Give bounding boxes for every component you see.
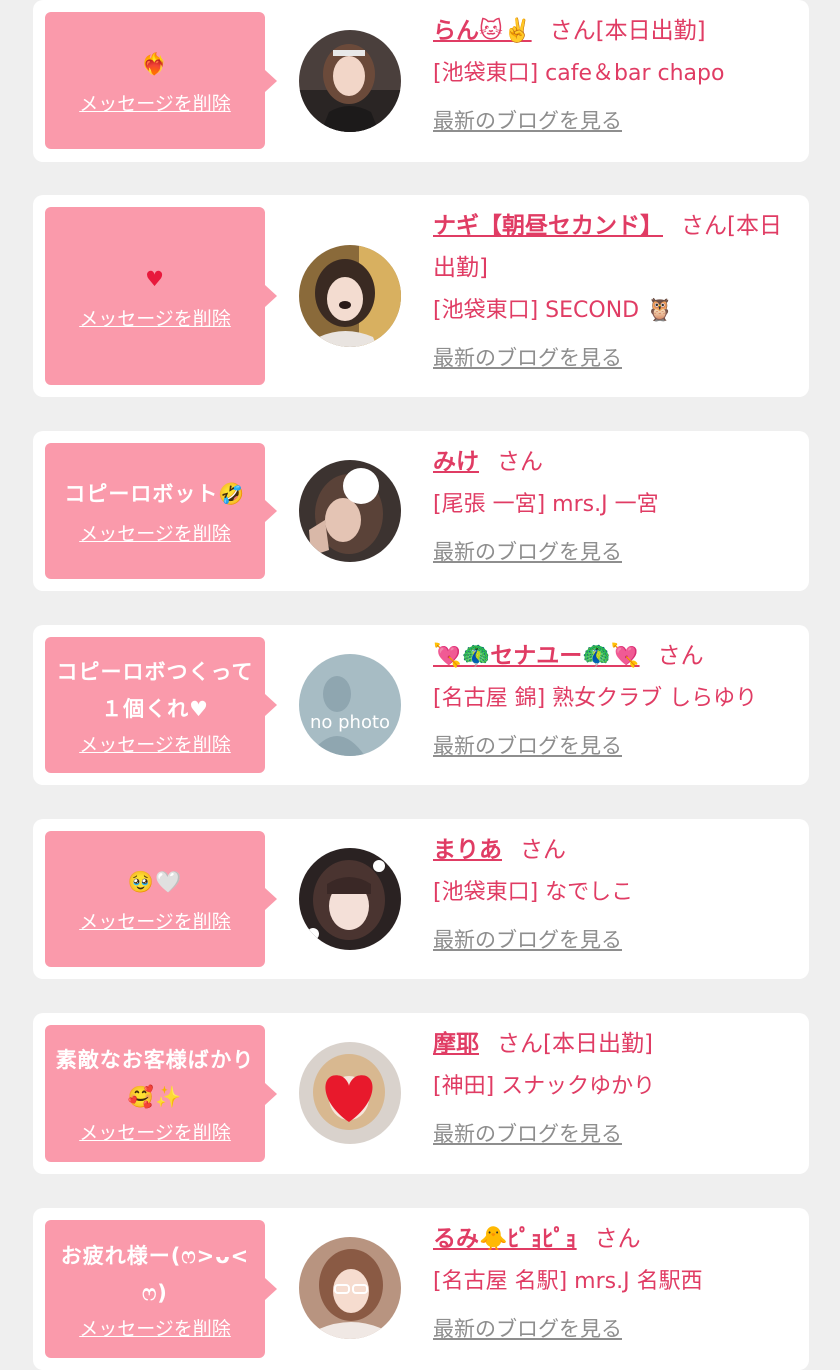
sender-info: るみ🐥ﾋﾟｮﾋﾟｮ さん [名古屋 名駅] mrs.J 名駅西 最新のブログを見る: [433, 1218, 795, 1344]
shop-label: [尾張 一宮] mrs.J 一宮: [433, 492, 659, 517]
message-text: お疲れ様ー(ෆ>ᴗ<ෆ): [60, 1243, 250, 1305]
honorific: さん[本日出勤]: [549, 18, 706, 44]
shop-label: [名古屋 錦] 熟女クラブ しらゆり: [433, 686, 758, 711]
profile-photo-icon: [299, 245, 401, 347]
sender-info: みけ さん [尾張 一宮] mrs.J 一宮 最新のブログを見る: [433, 441, 795, 567]
latest-blog-link[interactable]: 最新のブログを見る: [433, 731, 622, 761]
latest-blog-link[interactable]: 最新のブログを見る: [433, 343, 622, 373]
delete-message-link[interactable]: メッセージを削除: [79, 304, 231, 331]
sender-name-link[interactable]: るみ🐥ﾋﾟｮﾋﾟｮ: [433, 1226, 577, 1252]
honorific: さん: [520, 837, 566, 863]
delete-message-link[interactable]: メッセージを削除: [79, 907, 231, 934]
delete-message-link[interactable]: メッセージを削除: [79, 1314, 231, 1341]
message-card: ❤️‍🔥 メッセージを削除 らん🐱✌️ さん[本日出勤] [池袋東口] cafe＆…: [33, 0, 809, 162]
message-bubble: 素敵なお客様ばかり🥰✨ メッセージを削除: [45, 1025, 277, 1162]
sender-name-link[interactable]: 💘🦚セナユー🦚💘: [433, 643, 640, 669]
message-card: コピーロボつくって１個くれ♥ メッセージを削除 no photo 💘🦚セナユー🦚…: [33, 625, 809, 785]
delete-message-link[interactable]: メッセージを削除: [79, 89, 231, 116]
honorific: さん: [657, 643, 704, 669]
message-text: ♥: [145, 267, 165, 291]
shop-label: [池袋東口] なでしこ: [433, 880, 634, 905]
delete-message-link[interactable]: メッセージを削除: [79, 519, 231, 546]
avatar[interactable]: [299, 1237, 401, 1339]
sender-name-link[interactable]: まりあ: [433, 837, 502, 863]
shop-label: [池袋東口] SECOND 🦉: [433, 298, 674, 323]
shop-label: [神田] スナックゆかり: [433, 1074, 656, 1099]
no-photo-label: no photo: [310, 712, 390, 733]
honorific: さん: [594, 1226, 641, 1252]
avatar[interactable]: [299, 1042, 401, 1144]
latest-blog-link[interactable]: 最新のブログを見る: [433, 537, 622, 567]
profile-photo-icon: [299, 30, 401, 132]
avatar[interactable]: no photo: [299, 654, 401, 756]
message-bubble: コピーロボット🤣 メッセージを削除: [45, 443, 277, 579]
shop-label: [池袋東口] cafe＆bar chapo: [433, 61, 725, 86]
message-text: コピーロボつくって１個くれ♥: [56, 659, 254, 721]
sender-info: ナギ【朝昼セカンド】 さん[本日出勤] [池袋東口] SECOND 🦉 最新のブロ…: [433, 205, 795, 373]
sender-name-link[interactable]: ナギ【朝昼セカンド】: [433, 213, 663, 239]
sender-name-line: 💘🦚セナユー🦚💘 さん: [433, 635, 795, 677]
no-photo-icon: no photo: [299, 654, 401, 756]
avatar[interactable]: [299, 848, 401, 950]
message-card: お疲れ様ー(ෆ>ᴗ<ෆ) メッセージを削除 るみ🐥ﾋﾟｮﾋﾟｮ さん [名古屋 名…: [33, 1208, 809, 1370]
delete-message-link[interactable]: メッセージを削除: [79, 1118, 231, 1145]
message-card: ♥ メッセージを削除 ナギ【朝昼セカンド】 さん[本日出勤] [池袋東口] SEC…: [33, 195, 809, 397]
message-bubble: ❤️‍🔥 メッセージを削除: [45, 12, 277, 149]
message-list: ❤️‍🔥 メッセージを削除 らん🐱✌️ さん[本日出勤] [池袋東口] cafe＆…: [0, 0, 840, 1370]
profile-photo-icon: [299, 460, 401, 562]
sender-info: らん🐱✌️ さん[本日出勤] [池袋東口] cafe＆bar chapo 最新のブ…: [433, 10, 795, 136]
message-text: ❤️‍🔥: [141, 51, 169, 76]
profile-photo-icon: [299, 848, 401, 950]
message-bubble: ♥ メッセージを削除: [45, 207, 277, 385]
latest-blog-link[interactable]: 最新のブログを見る: [433, 1314, 622, 1344]
message-bubble: 🥹🤍 メッセージを削除: [45, 831, 277, 967]
message-bubble: コピーロボつくって１個くれ♥ メッセージを削除: [45, 637, 277, 773]
message-text: 素敵なお客様ばかり🥰✨: [55, 1048, 255, 1109]
delete-message-link[interactable]: メッセージを削除: [79, 730, 231, 757]
message-card: 🥹🤍 メッセージを削除 まりあ さん [池袋東口] なでしこ 最新のブログを見る: [33, 819, 809, 979]
message-text: 🥹🤍: [127, 870, 183, 894]
sender-info: 摩耶 さん[本日出勤] [神田] スナックゆかり 最新のブログを見る: [433, 1023, 795, 1149]
profile-photo-icon: [299, 1042, 401, 1144]
avatar[interactable]: [299, 30, 401, 132]
sender-name-line: るみ🐥ﾋﾟｮﾋﾟｮ さん: [433, 1218, 795, 1260]
sender-info: 💘🦚セナユー🦚💘 さん [名古屋 錦] 熟女クラブ しらゆり 最新のブログを見る: [433, 635, 795, 761]
sender-name-line: まりあ さん: [433, 829, 795, 871]
sender-info: まりあ さん [池袋東口] なでしこ 最新のブログを見る: [433, 829, 795, 955]
sender-name-line: 摩耶 さん[本日出勤]: [433, 1023, 795, 1065]
avatar[interactable]: [299, 460, 401, 562]
honorific: さん[本日出勤]: [497, 1031, 653, 1057]
sender-name-line: みけ さん: [433, 441, 795, 483]
message-card: コピーロボット🤣 メッセージを削除 みけ さん [尾張 一宮] mrs.J 一宮 …: [33, 431, 809, 591]
sender-name-link[interactable]: 摩耶: [433, 1031, 479, 1057]
message-bubble: お疲れ様ー(ෆ>ᴗ<ෆ) メッセージを削除: [45, 1220, 277, 1358]
sender-name-line: ナギ【朝昼セカンド】 さん[本日出勤]: [433, 205, 795, 289]
sender-name-link[interactable]: みけ: [433, 449, 479, 475]
profile-photo-icon: [299, 1237, 401, 1339]
sender-name-link[interactable]: らん🐱✌️: [433, 18, 532, 44]
sender-name-line: らん🐱✌️ さん[本日出勤]: [433, 10, 795, 52]
shop-label: [名古屋 名駅] mrs.J 名駅西: [433, 1269, 703, 1294]
avatar[interactable]: [299, 245, 401, 347]
latest-blog-link[interactable]: 最新のブログを見る: [433, 1119, 622, 1149]
honorific: さん: [497, 449, 543, 475]
message-card: 素敵なお客様ばかり🥰✨ メッセージを削除 摩耶 さん[本日出勤] [神田] スナッ…: [33, 1013, 809, 1174]
latest-blog-link[interactable]: 最新のブログを見る: [433, 106, 622, 136]
message-text: コピーロボット🤣: [64, 482, 246, 506]
latest-blog-link[interactable]: 最新のブログを見る: [433, 925, 622, 955]
